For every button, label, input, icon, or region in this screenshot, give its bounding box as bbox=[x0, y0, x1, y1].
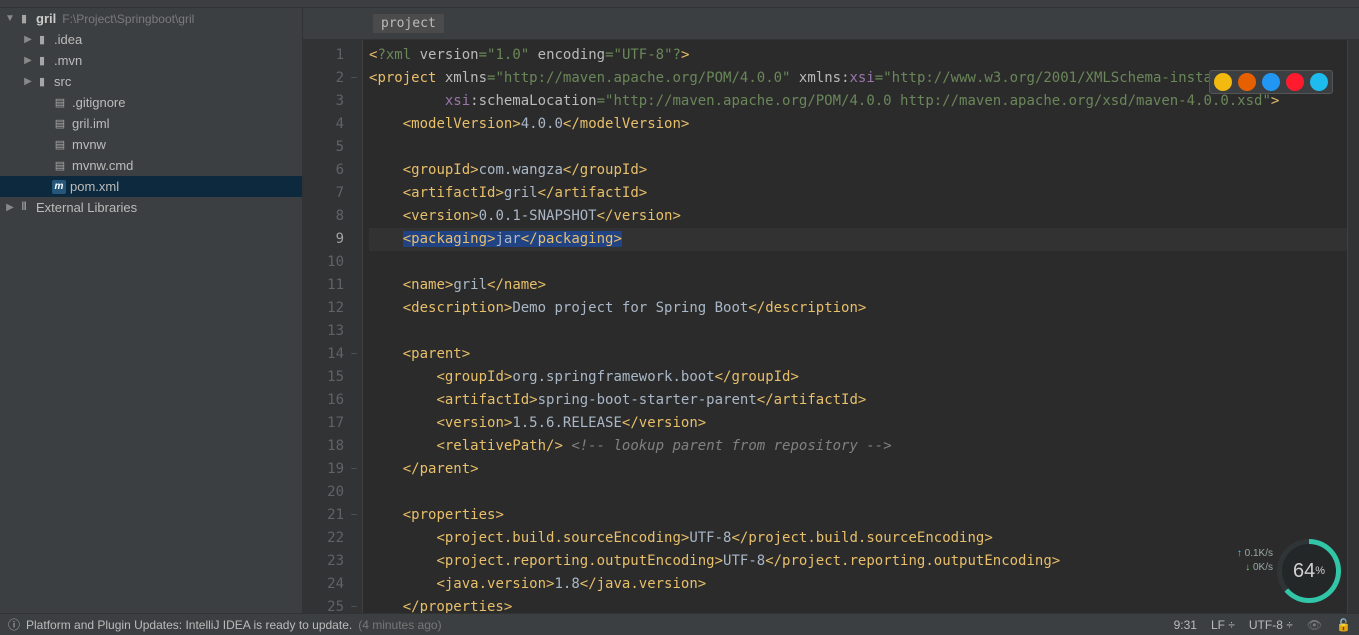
tree-item[interactable]: ▤ mvnw.cmd bbox=[0, 155, 302, 176]
fold-toggle bbox=[349, 90, 359, 113]
fold-toggle[interactable]: – bbox=[349, 67, 359, 90]
file-icon: ▤ bbox=[52, 116, 68, 132]
breadcrumb-bar: project bbox=[303, 8, 1359, 40]
chevron-icon[interactable]: ▶ bbox=[4, 202, 16, 213]
tree-item-selected[interactable]: m pom.xml bbox=[0, 176, 302, 197]
library-icon: ⫴ bbox=[16, 200, 32, 216]
tree-label: External Libraries bbox=[36, 200, 137, 215]
fold-toggle bbox=[349, 182, 359, 205]
file-icon: ▤ bbox=[52, 158, 68, 174]
fold-toggle bbox=[349, 366, 359, 389]
chevron-icon[interactable]: ▶ bbox=[22, 55, 34, 66]
tree-label: gril.iml bbox=[72, 116, 110, 131]
tree-item[interactable]: ▤ gril.iml bbox=[0, 113, 302, 134]
folder-icon: ▮ bbox=[16, 11, 32, 27]
tree-label: grilF:\Project\Springboot\gril bbox=[36, 11, 194, 26]
tree-label: mvnw.cmd bbox=[72, 158, 133, 173]
tree-label: src bbox=[54, 74, 71, 89]
chrome-icon[interactable] bbox=[1214, 73, 1232, 91]
fold-toggle bbox=[349, 274, 359, 297]
file-icon: ▤ bbox=[52, 95, 68, 111]
tree-item[interactable]: ▼▮ grilF:\Project\Springboot\gril bbox=[0, 8, 302, 29]
fold-toggle bbox=[349, 527, 359, 550]
tree-label: .mvn bbox=[54, 53, 82, 68]
fold-toggle bbox=[349, 159, 359, 182]
inspector-icon[interactable]: 👁 bbox=[1307, 618, 1322, 632]
net-gauge-widget: ↑ 0.1K/s ↓ 0K/s 64% bbox=[1277, 539, 1341, 603]
fold-toggle bbox=[349, 412, 359, 435]
ie-icon[interactable] bbox=[1310, 73, 1328, 91]
fold-toggle bbox=[349, 435, 359, 458]
tree-label: pom.xml bbox=[70, 179, 119, 194]
editor-pane: project 12345678910111213141516171819202… bbox=[303, 8, 1359, 613]
scroll-markers[interactable] bbox=[1347, 40, 1359, 613]
opera-icon[interactable] bbox=[1286, 73, 1304, 91]
gauge-dn: 0K/s bbox=[1253, 562, 1273, 573]
tree-item[interactable]: ▤ mvnw bbox=[0, 134, 302, 155]
fold-toggle bbox=[349, 228, 359, 251]
fold-toggle bbox=[349, 136, 359, 159]
tree-item[interactable]: ▤ .gitignore bbox=[0, 92, 302, 113]
fold-toggle[interactable]: – bbox=[349, 504, 359, 527]
project-tree[interactable]: ▼▮grilF:\Project\Springboot\gril▶▮.idea▶… bbox=[0, 8, 303, 613]
tree-item[interactable]: ▶▮ src bbox=[0, 71, 302, 92]
file-icon: ▤ bbox=[52, 137, 68, 153]
status-bar: ⓘ Platform and Plugin Updates: IntelliJ … bbox=[0, 613, 1359, 635]
fold-toggle bbox=[349, 550, 359, 573]
folder-icon: ▮ bbox=[34, 53, 50, 69]
fold-toggle bbox=[349, 297, 359, 320]
maven-icon: m bbox=[52, 180, 66, 194]
folder-icon: ▮ bbox=[34, 74, 50, 90]
chevron-icon[interactable]: ▼ bbox=[4, 13, 16, 24]
status-message[interactable]: Platform and Plugin Updates: IntelliJ ID… bbox=[26, 618, 352, 632]
tree-label: mvnw bbox=[72, 137, 106, 152]
main-split: ▼▮grilF:\Project\Springboot\gril▶▮.idea▶… bbox=[0, 8, 1359, 613]
chevron-icon[interactable]: ▶ bbox=[22, 76, 34, 87]
open-in-browser-bar bbox=[1209, 70, 1333, 94]
tree-label: .idea bbox=[54, 32, 82, 47]
fold-toggle bbox=[349, 573, 359, 596]
fold-toggle[interactable]: – bbox=[349, 596, 359, 613]
fold-toggle bbox=[349, 320, 359, 343]
folder-icon: ▮ bbox=[34, 32, 50, 48]
fold-toggle bbox=[349, 251, 359, 274]
gauge-pct: 64 bbox=[1293, 560, 1315, 583]
tree-item[interactable]: ▶▮ .idea bbox=[0, 29, 302, 50]
info-icon: ⓘ bbox=[8, 616, 20, 633]
status-age: (4 minutes ago) bbox=[358, 618, 441, 632]
fold-toggle[interactable]: – bbox=[349, 458, 359, 481]
fold-toggle bbox=[349, 389, 359, 412]
gauge-up: 0.1K/s bbox=[1245, 548, 1273, 559]
tree-item[interactable]: ▶▮ .mvn bbox=[0, 50, 302, 71]
tree-item[interactable]: ▶⫴ External Libraries bbox=[0, 197, 302, 218]
breadcrumb-item[interactable]: project bbox=[373, 14, 444, 33]
fold-toggle[interactable]: – bbox=[349, 343, 359, 366]
chevron-icon[interactable]: ▶ bbox=[22, 34, 34, 45]
safari-icon[interactable] bbox=[1262, 73, 1280, 91]
tree-label: .gitignore bbox=[72, 95, 125, 110]
caret-position[interactable]: 9:31 bbox=[1174, 618, 1197, 632]
code-area[interactable]: 1234567891011121314151617181920212223242… bbox=[303, 40, 1359, 613]
firefox-icon[interactable] bbox=[1238, 73, 1256, 91]
lock-icon[interactable]: 🔓 bbox=[1336, 618, 1351, 632]
code-text[interactable]: <?xml version="1.0" encoding="UTF-8"?><p… bbox=[363, 40, 1347, 613]
fold-toggle bbox=[349, 113, 359, 136]
file-encoding[interactable]: UTF-8 ÷ bbox=[1249, 618, 1293, 632]
fold-toggle bbox=[349, 44, 359, 67]
fold-toggle bbox=[349, 205, 359, 228]
fold-toggle bbox=[349, 481, 359, 504]
editor-tabs-bar bbox=[0, 0, 1359, 8]
gutter[interactable]: 1234567891011121314151617181920212223242… bbox=[303, 40, 363, 613]
line-separator[interactable]: LF ÷ bbox=[1211, 618, 1235, 632]
